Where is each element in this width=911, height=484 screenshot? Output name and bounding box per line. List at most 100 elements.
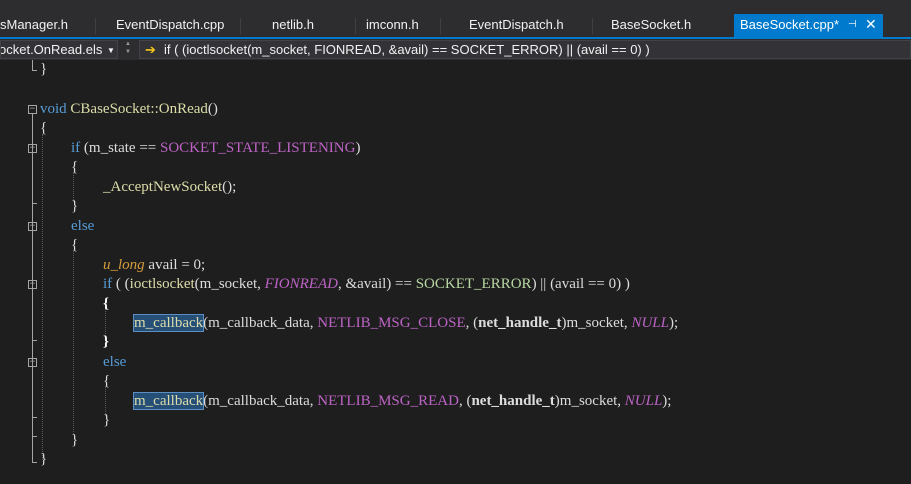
tab-bar: sManager.h EventDispatch.cpp netlib.h im…	[0, 0, 911, 37]
chevron-down-icon[interactable]: ▼	[121, 48, 135, 56]
code-line: m_callback(m_callback_data, NETLIB_MSG_C…	[132, 314, 678, 333]
keyword-if: if	[103, 276, 113, 292]
code-line: }	[71, 431, 78, 450]
code-line: if (m_state == SOCKET_STATE_LISTENING)	[71, 139, 360, 158]
macro-socket-state-listening: SOCKET_STATE_LISTENING	[160, 140, 356, 156]
args: (m_socket,	[194, 276, 265, 292]
keyword-if: if	[71, 140, 81, 156]
declaration: avail = 0;	[144, 257, 206, 273]
stmt-end: );	[662, 393, 672, 409]
type-u-long: u_long	[103, 257, 145, 273]
call-end: ();	[222, 179, 237, 195]
macro-null: NULL	[624, 393, 663, 409]
parens: ()	[207, 101, 218, 117]
tab-separator	[240, 18, 241, 34]
collapse-toggle[interactable]: −	[28, 144, 37, 153]
tab-separator	[440, 18, 441, 34]
cast-open: , (	[458, 393, 472, 409]
args: , &avail) ==	[337, 276, 416, 292]
code-line: }	[40, 450, 47, 469]
macro-fionread: FIONREAD	[264, 276, 338, 292]
method-name: OnRead	[158, 101, 208, 117]
chevron-down-icon: ▼	[107, 46, 115, 55]
brace-match: {	[103, 296, 109, 312]
outline-end	[32, 462, 37, 463]
brace: {	[40, 120, 48, 136]
brace: {	[71, 237, 79, 253]
macro-null: NULL	[631, 315, 669, 331]
brace: }	[71, 198, 79, 214]
macro-netlib-msg-close: NETLIB_MSG_CLOSE	[317, 315, 466, 331]
cast-open: , (	[465, 315, 479, 331]
collapse-toggle[interactable]: −	[28, 105, 37, 114]
scope-spinner[interactable]: ▲ ▼	[121, 40, 135, 59]
brace: {	[103, 373, 111, 389]
code-line: else	[71, 217, 94, 236]
scope-dropdown-value: ocket.OnRead.els	[0, 42, 103, 57]
macro-socket-error: SOCKET_ERROR	[415, 276, 532, 292]
brace: }	[71, 432, 79, 448]
code-line: u_long avail = 0;	[103, 256, 205, 275]
outline-line	[32, 60, 33, 70]
function-accept-new-socket: _AcceptNewSocket	[103, 179, 223, 195]
close-icon[interactable]: ✕	[865, 14, 877, 35]
tab-separator	[592, 18, 593, 34]
code-line: }	[103, 411, 110, 430]
code-line: }	[71, 197, 78, 216]
tab-separator	[95, 18, 96, 34]
function-ioctlsocket: ioctlsocket	[129, 276, 195, 292]
chevron-up-icon[interactable]: ▲	[121, 40, 135, 48]
cast-close: )m_socket,	[554, 393, 625, 409]
brace-match: }	[103, 334, 109, 350]
collapse-toggle[interactable]: −	[28, 358, 37, 367]
keyword-else: else	[103, 354, 127, 370]
tab-separator	[355, 18, 356, 34]
collapse-toggle[interactable]: −	[28, 280, 37, 289]
tab-eventdispatch-h[interactable]: EventDispatch.h	[469, 14, 564, 37]
outline-end	[32, 417, 37, 418]
cast-close: )m_socket,	[561, 315, 632, 331]
type-net-handle: net_handle_t	[471, 393, 555, 409]
paren: )	[355, 140, 361, 156]
code-line: else	[103, 353, 126, 372]
code-line: {	[40, 119, 47, 138]
tab-sessionmanager-h[interactable]: sManager.h	[0, 14, 68, 37]
type-net-handle: net_handle_t	[478, 315, 562, 331]
code-line: void CBaseSocket::OnRead()	[40, 100, 218, 119]
outline-end	[32, 70, 37, 71]
code-line: m_callback(m_callback_data, NETLIB_MSG_R…	[132, 392, 672, 411]
code-line: {	[103, 372, 110, 391]
code-line: _AcceptNewSocket();	[103, 178, 236, 197]
paren-open: ( (	[112, 276, 130, 292]
indent-guide	[42, 134, 43, 460]
code-line: {	[103, 295, 109, 314]
tab-eventdispatch-cpp[interactable]: EventDispatch.cpp	[116, 14, 224, 37]
outline-end	[32, 203, 37, 204]
highlighted-m-callback: m_callback	[132, 392, 205, 410]
code-line: }	[103, 333, 109, 352]
tab-imconn-h[interactable]: imconn.h	[366, 14, 419, 37]
class-scope: CBaseSocket::	[70, 101, 159, 117]
args: (m_callback_data,	[203, 315, 318, 331]
navigation-bar: ocket.OnRead.els ▼ ▲ ▼ ➔ if ( (ioctlsock…	[0, 39, 911, 60]
member-dropdown-value: if ( (ioctlsocket(m_socket, FIONREAD, &a…	[164, 42, 650, 57]
keyword-void: void	[40, 101, 67, 117]
tab-basesocket-cpp[interactable]: BaseSocket.cpp* ⊣ ✕	[734, 14, 883, 37]
code-line: }	[40, 60, 47, 79]
brace: }	[40, 451, 48, 467]
tab-netlib-h[interactable]: netlib.h	[272, 14, 314, 37]
keyword-else: else	[71, 218, 95, 234]
macro-netlib-msg-read: NETLIB_MSG_READ	[317, 393, 459, 409]
code-line: {	[71, 158, 78, 177]
highlighted-m-callback: m_callback	[132, 314, 205, 332]
member-dropdown[interactable]: ➔ if ( (ioctlsocket(m_socket, FIONREAD, …	[139, 40, 911, 59]
scope-dropdown[interactable]: ocket.OnRead.els ▼	[0, 40, 118, 59]
outline-end	[32, 340, 37, 341]
brace: }	[40, 61, 48, 77]
arrow-right-icon: ➔	[145, 42, 156, 57]
tab-basesocket-h[interactable]: BaseSocket.h	[611, 14, 691, 37]
code-editor[interactable]: − − − − − } void CBaseSocket::OnRead() {…	[0, 60, 911, 484]
pin-icon[interactable]: ⊣	[848, 14, 857, 35]
outline-end	[32, 436, 37, 437]
collapse-toggle[interactable]: −	[28, 222, 37, 231]
